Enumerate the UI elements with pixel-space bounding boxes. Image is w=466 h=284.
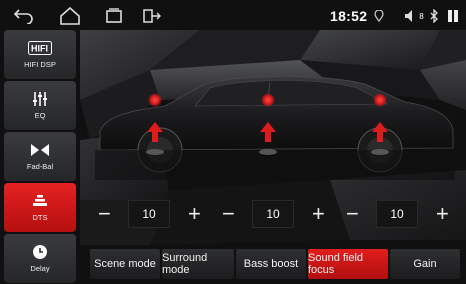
location-icon <box>372 6 386 26</box>
sidebar-item-hifi-dsp[interactable]: HIFI HIFI DSP <box>4 30 76 79</box>
plus-button[interactable]: + <box>312 202 325 226</box>
sidebar-item-dts[interactable]: DTS <box>4 183 76 232</box>
control-group-2: − 10 + <box>220 200 330 230</box>
plus-button[interactable]: + <box>436 202 449 226</box>
bluetooth-icon <box>428 6 440 26</box>
sidebar-item-label: Fad-Bal <box>26 162 54 171</box>
two-bar-icon[interactable] <box>446 6 460 26</box>
minus-button[interactable]: − <box>222 202 235 226</box>
car-illustration <box>95 76 455 180</box>
home-icon[interactable] <box>58 6 82 26</box>
clock: 18:52 <box>330 8 368 24</box>
sidebar-item-label: HIFI DSP <box>24 60 56 69</box>
tab-gain[interactable]: Gain <box>390 249 460 279</box>
minus-button[interactable]: − <box>346 202 359 226</box>
sidebar-item-eq[interactable]: EQ <box>4 81 76 130</box>
equalizer-icon <box>32 91 48 107</box>
svg-text:HIFI: HIFI <box>31 44 48 54</box>
sidebar-item-label: EQ <box>34 111 46 120</box>
hifi-icon: HIFI <box>28 40 52 56</box>
back-arrow-icon[interactable] <box>12 6 36 26</box>
tab-surround-mode[interactable]: Surround mode <box>162 249 234 279</box>
sidebar-item-label: Delay <box>30 264 50 273</box>
bowtie-icon <box>31 142 49 158</box>
minus-button[interactable]: − <box>98 202 111 226</box>
tab-sound-field-focus[interactable]: Sound field focus <box>308 249 388 279</box>
status-bar: 18:52 8 <box>0 0 466 32</box>
dts-icon <box>32 193 48 209</box>
dsp-screen: 18:52 8 HIFI HIFI DSP EQ Fad-Bal DTS Del… <box>0 0 466 284</box>
control-group-3: − 10 + <box>344 200 454 230</box>
tab-bass-boost[interactable]: Bass boost <box>236 249 306 279</box>
plus-button[interactable]: + <box>188 202 201 226</box>
sidebar-item-label: DTS <box>32 213 48 222</box>
recent-apps-icon[interactable] <box>102 6 126 26</box>
volume-label: 8 <box>419 11 424 21</box>
volume-icon: 8 <box>400 6 428 26</box>
screen-share-icon[interactable] <box>140 6 164 26</box>
clock-icon <box>32 244 48 260</box>
sidebar: HIFI HIFI DSP EQ Fad-Bal DTS Delay <box>4 30 76 283</box>
sidebar-item-fad-bal[interactable]: Fad-Bal <box>4 132 76 181</box>
value-display: 10 <box>376 200 418 228</box>
value-display: 10 <box>252 200 294 228</box>
tab-scene-mode[interactable]: Scene mode <box>90 249 160 279</box>
control-group-1: − 10 + <box>96 200 206 230</box>
value-display: 10 <box>128 200 170 228</box>
sidebar-item-delay[interactable]: Delay <box>4 234 76 283</box>
